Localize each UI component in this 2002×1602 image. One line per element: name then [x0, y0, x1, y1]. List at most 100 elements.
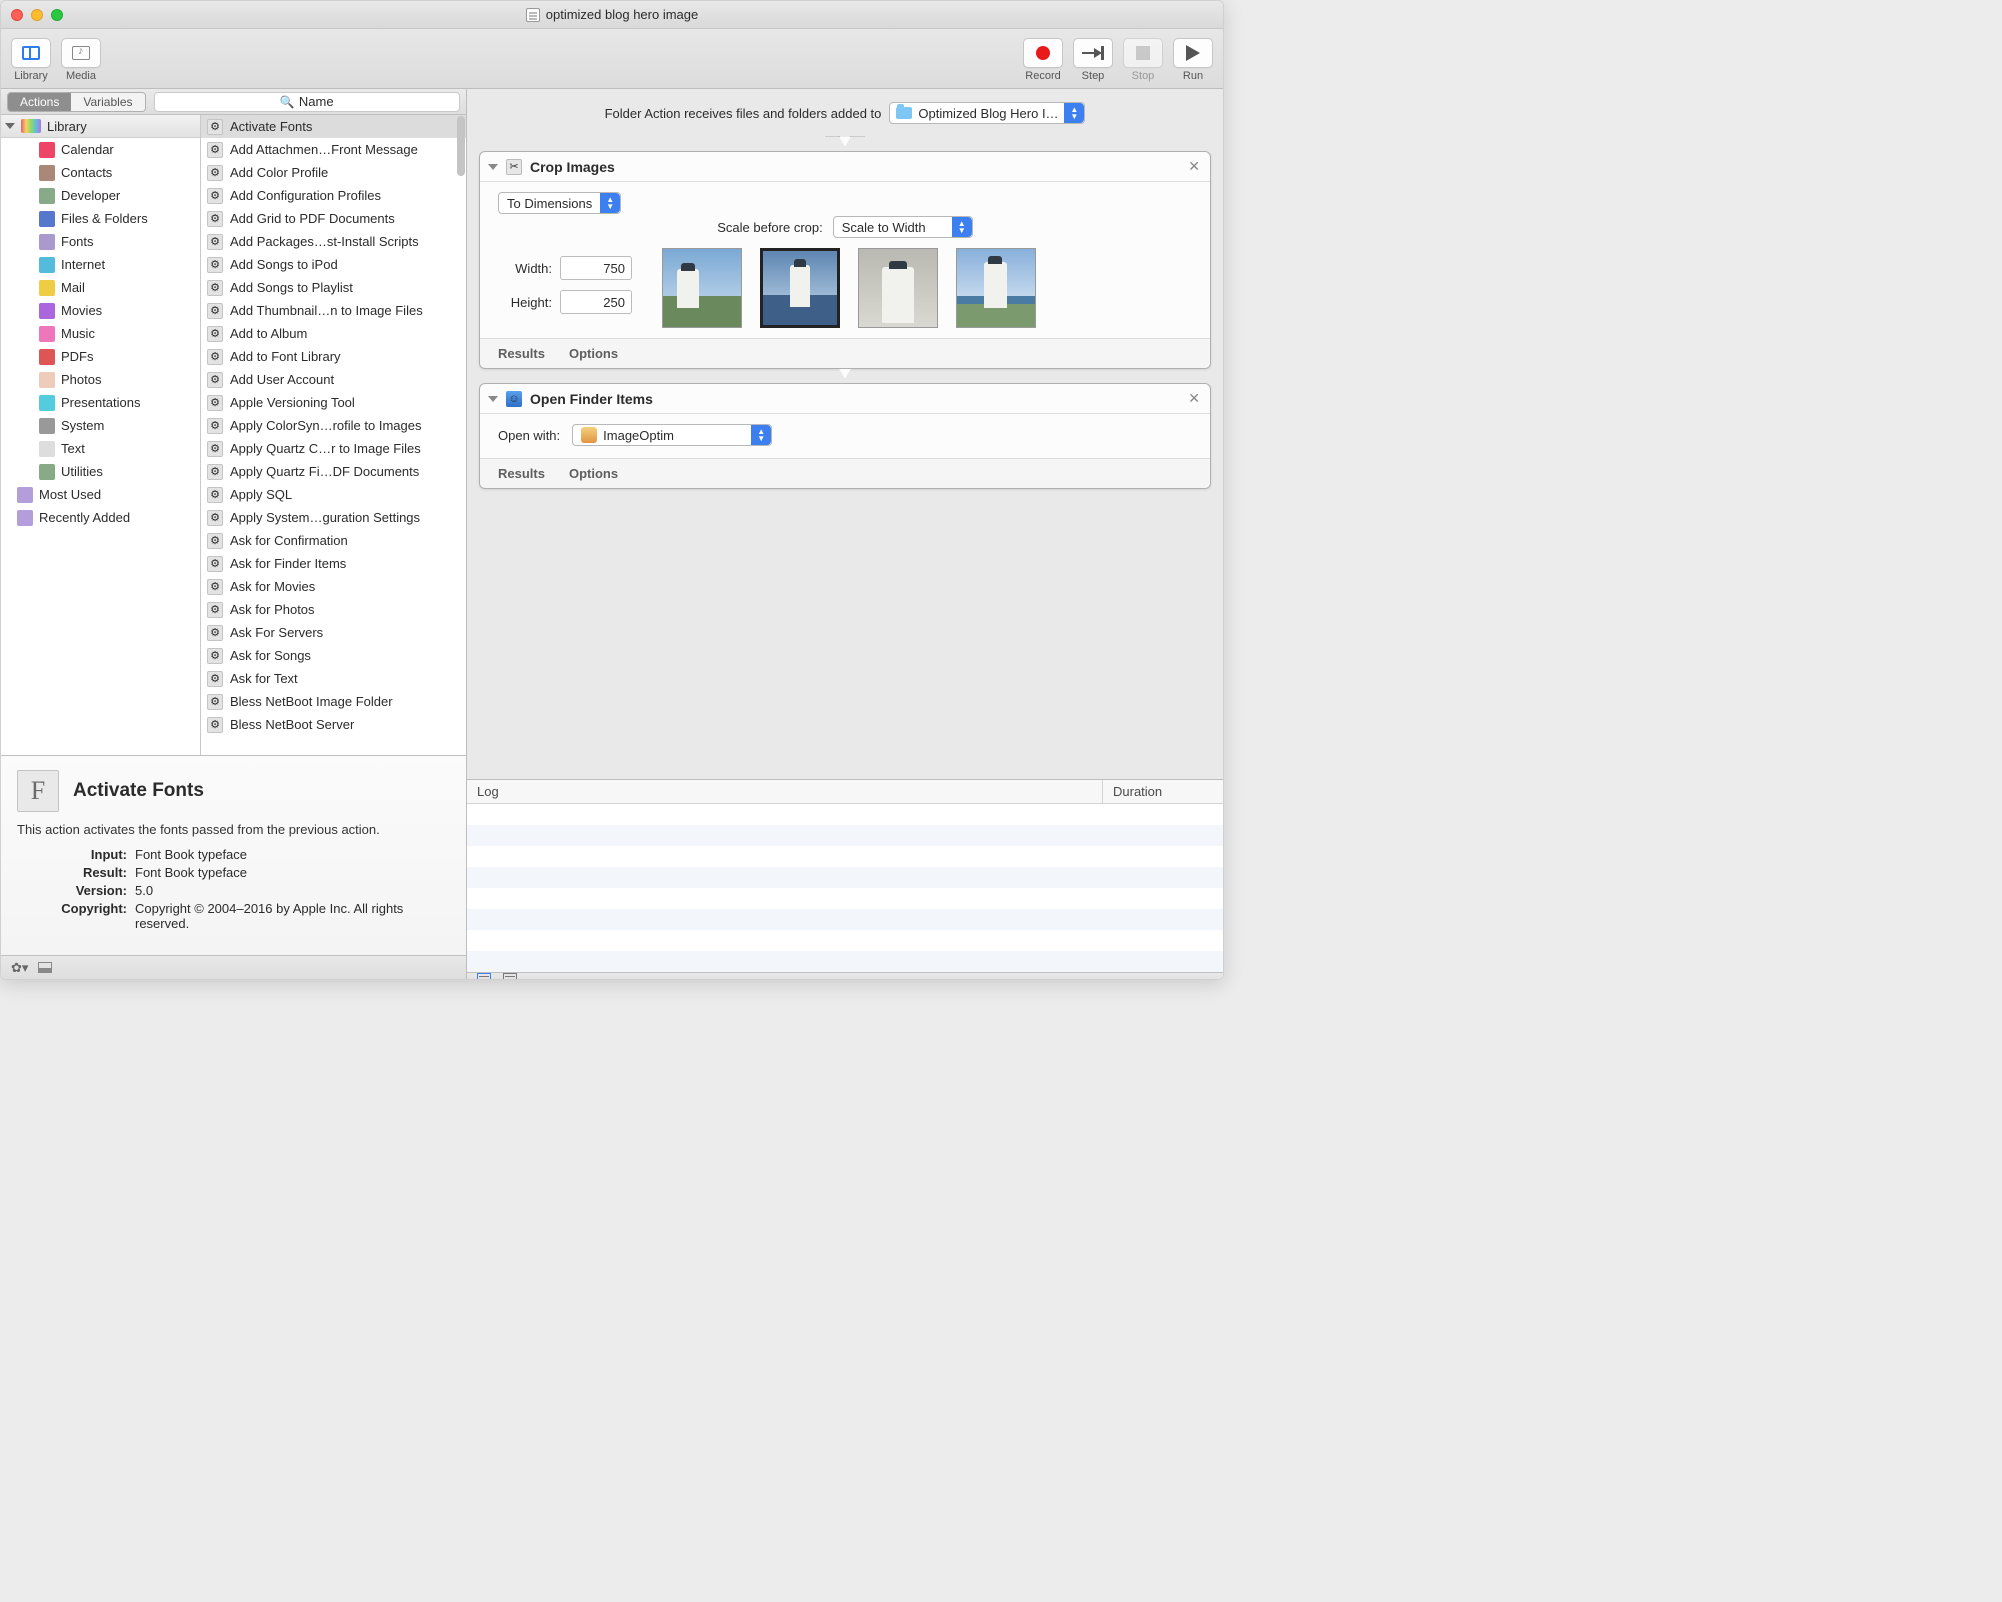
close-window-button[interactable]: [11, 9, 23, 21]
card-results-button[interactable]: Results: [498, 466, 545, 481]
category-row[interactable]: System: [1, 414, 200, 437]
action-row[interactable]: ⚙Ask for Text: [201, 667, 466, 690]
tab-variables[interactable]: Variables: [71, 93, 144, 111]
category-label: PDFs: [61, 349, 94, 364]
crop-thumb-4[interactable]: [956, 248, 1036, 328]
open-with-popup[interactable]: ImageOptim ▲▼: [572, 424, 772, 446]
disclosure-triangle-icon[interactable]: [488, 164, 498, 170]
crop-thumb-1[interactable]: [662, 248, 742, 328]
zoom-window-button[interactable]: [51, 9, 63, 21]
run-button[interactable]: [1173, 38, 1213, 68]
log-column-log[interactable]: Log: [467, 780, 1103, 803]
action-row[interactable]: ⚙Activate Fonts: [201, 115, 466, 138]
category-row[interactable]: Photos: [1, 368, 200, 391]
crop-mode-popup[interactable]: To Dimensions ▲▼: [498, 192, 621, 214]
action-row[interactable]: ⚙Add Songs to Playlist: [201, 276, 466, 299]
action-row[interactable]: ⚙Add Songs to iPod: [201, 253, 466, 276]
height-input[interactable]: [560, 290, 632, 314]
tab-actions[interactable]: Actions: [8, 93, 71, 111]
category-row[interactable]: Fonts: [1, 230, 200, 253]
disclosure-triangle-icon[interactable]: [5, 123, 15, 129]
action-row[interactable]: ⚙Apply Quartz C…r to Image Files: [201, 437, 466, 460]
smart-folder-row[interactable]: Recently Added: [1, 506, 200, 529]
action-label: Add Songs to Playlist: [230, 280, 353, 295]
action-row[interactable]: ⚙Bless NetBoot Server: [201, 713, 466, 736]
log-view-list-button[interactable]: [477, 973, 491, 980]
action-row[interactable]: ⚙Apply Quartz Fi…DF Documents: [201, 460, 466, 483]
action-row[interactable]: ⚙Apply System…guration Settings: [201, 506, 466, 529]
scale-before-crop-popup[interactable]: Scale to Width ▲▼: [833, 216, 973, 238]
action-row[interactable]: ⚙Ask for Songs: [201, 644, 466, 667]
smart-folder-row[interactable]: Most Used: [1, 483, 200, 506]
action-row[interactable]: ⚙Add to Font Library: [201, 345, 466, 368]
category-row[interactable]: Developer: [1, 184, 200, 207]
category-icon: [39, 257, 55, 273]
step-button[interactable]: [1073, 38, 1113, 68]
category-row[interactable]: Calendar: [1, 138, 200, 161]
action-row[interactable]: ⚙Ask For Servers: [201, 621, 466, 644]
input-folder-popup[interactable]: Optimized Blog Hero I… ▲▼: [889, 102, 1085, 124]
minimize-window-button[interactable]: [31, 9, 43, 21]
panel-toggle-button[interactable]: [38, 962, 52, 973]
card-results-button[interactable]: Results: [498, 346, 545, 361]
media-toggle-button[interactable]: [61, 38, 101, 68]
category-row[interactable]: Music: [1, 322, 200, 345]
library-toggle-button[interactable]: [11, 38, 51, 68]
workflow-canvas[interactable]: Folder Action receives files and folders…: [467, 89, 1223, 779]
titlebar[interactable]: optimized blog hero image: [1, 1, 1223, 29]
card-options-button[interactable]: Options: [569, 466, 618, 481]
action-row[interactable]: ⚙Add Color Profile: [201, 161, 466, 184]
crop-thumb-2-selected[interactable]: [760, 248, 840, 328]
card-options-button[interactable]: Options: [569, 346, 618, 361]
action-icon: ⚙: [207, 418, 223, 434]
action-row[interactable]: ⚙Add Thumbnail…n to Image Files: [201, 299, 466, 322]
action-row[interactable]: ⚙Ask for Photos: [201, 598, 466, 621]
category-row[interactable]: Files & Folders: [1, 207, 200, 230]
action-row[interactable]: ⚙Apple Versioning Tool: [201, 391, 466, 414]
action-row[interactable]: ⚙Ask for Movies: [201, 575, 466, 598]
crop-thumb-3[interactable]: [858, 248, 938, 328]
disclosure-triangle-icon[interactable]: [488, 396, 498, 402]
action-row[interactable]: ⚙Add Packages…st-Install Scripts: [201, 230, 466, 253]
category-row[interactable]: Utilities: [1, 460, 200, 483]
category-row[interactable]: Internet: [1, 253, 200, 276]
category-label: Calendar: [61, 142, 114, 157]
category-row[interactable]: Movies: [1, 299, 200, 322]
connector: [467, 137, 1223, 151]
category-row[interactable]: PDFs: [1, 345, 200, 368]
width-input[interactable]: [560, 256, 632, 280]
action-row[interactable]: ⚙Add User Account: [201, 368, 466, 391]
log-view-flow-button[interactable]: [503, 973, 517, 980]
action-row[interactable]: ⚙Ask for Finder Items: [201, 552, 466, 575]
action-label: Apply SQL: [230, 487, 292, 502]
category-label: Files & Folders: [61, 211, 148, 226]
action-card-open-finder-items[interactable]: ☺ Open Finder Items ✕ Open with: ImageOp…: [479, 383, 1211, 489]
action-row[interactable]: ⚙Ask for Confirmation: [201, 529, 466, 552]
actions-list[interactable]: ⚙Activate Fonts⚙Add Attachmen…Front Mess…: [201, 115, 466, 755]
action-row[interactable]: ⚙Add to Album: [201, 322, 466, 345]
action-row[interactable]: ⚙Add Grid to PDF Documents: [201, 207, 466, 230]
action-row[interactable]: ⚙Apply ColorSyn…rofile to Images: [201, 414, 466, 437]
action-row[interactable]: ⚙Add Configuration Profiles: [201, 184, 466, 207]
category-row[interactable]: Contacts: [1, 161, 200, 184]
card-close-button[interactable]: ✕: [1188, 390, 1200, 407]
category-row[interactable]: Mail: [1, 276, 200, 299]
record-button[interactable]: [1023, 38, 1063, 68]
action-card-crop-images[interactable]: ✂ Crop Images ✕ To Dimensions ▲▼ Scale b…: [479, 151, 1211, 369]
action-row[interactable]: ⚙Add Attachmen…Front Message: [201, 138, 466, 161]
category-row[interactable]: Presentations: [1, 391, 200, 414]
action-row[interactable]: ⚙Apply SQL: [201, 483, 466, 506]
library-toggle-label: Library: [14, 70, 48, 82]
action-row[interactable]: ⚙Bless NetBoot Image Folder: [201, 690, 466, 713]
library-mode-segment[interactable]: Actions Variables: [7, 92, 146, 112]
library-header-row[interactable]: Library: [1, 115, 200, 138]
category-list[interactable]: Library Calendar ContactsDeveloper Files &…: [1, 115, 201, 755]
scrollbar-thumb[interactable]: [457, 116, 465, 176]
gear-menu-button[interactable]: ✿▾: [11, 960, 28, 976]
card-close-button[interactable]: ✕: [1188, 158, 1200, 175]
category-row[interactable]: Text: [1, 437, 200, 460]
stop-button[interactable]: [1123, 38, 1163, 68]
log-column-duration[interactable]: Duration: [1103, 780, 1223, 803]
search-input[interactable]: 🔍 Name: [154, 92, 461, 112]
action-label: Add Color Profile: [230, 165, 328, 180]
